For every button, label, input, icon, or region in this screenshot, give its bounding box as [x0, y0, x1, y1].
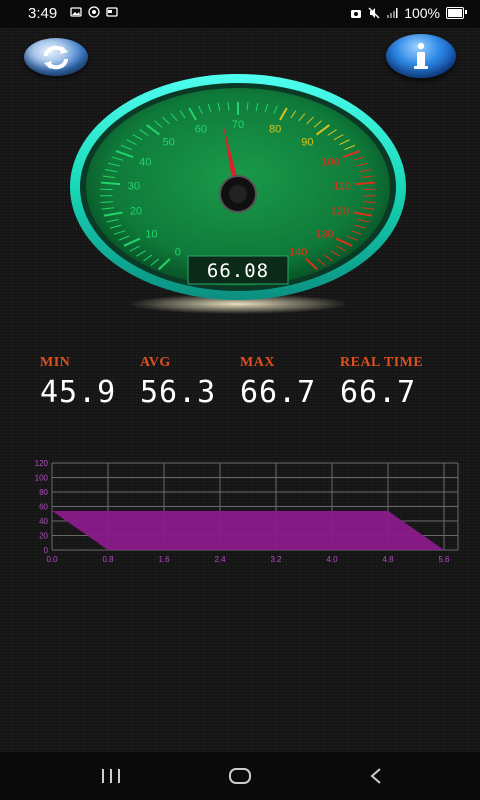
battery-percent: 100% — [404, 5, 440, 21]
home-icon — [229, 768, 251, 784]
gauge-tick-label: 100 — [322, 156, 340, 168]
status-bar: 3:49 100% — [0, 0, 480, 28]
chart-ytick-label: 80 — [39, 488, 48, 497]
recents-icon — [102, 769, 120, 783]
chart-xtick-label: 5.6 — [438, 555, 450, 564]
battery-icon — [446, 7, 467, 19]
gauge-tick-label: 50 — [162, 137, 174, 149]
signal-icon — [387, 8, 398, 18]
chart-xtick-label: 0.8 — [102, 555, 114, 564]
gauge-tick-label: 10 — [145, 228, 157, 240]
back-icon — [370, 768, 381, 784]
back-button[interactable] — [362, 764, 392, 788]
stat-max: MAX 66.7 — [240, 355, 316, 410]
recents-button[interactable] — [96, 764, 126, 788]
refresh-button[interactable] — [24, 38, 88, 76]
stat-real-time-value: 66.7 — [340, 375, 417, 410]
gauge-tick-label: 20 — [130, 205, 142, 217]
chart-area-series — [52, 510, 444, 550]
refresh-icon — [44, 45, 68, 70]
chart-xtick-label: 4.8 — [382, 555, 394, 564]
stat-real-time: REAL TIME 66.7 — [340, 355, 423, 410]
card-icon — [106, 7, 118, 17]
mute-icon — [368, 7, 380, 19]
chart-xtick-label: 0.0 — [46, 555, 58, 564]
gauge-tick-label: 40 — [139, 156, 151, 168]
gauge-hub-center — [229, 185, 247, 203]
chart-ytick-label: 0 — [44, 546, 49, 555]
navigation-bar — [0, 752, 480, 800]
gauge-tick-label: 90 — [301, 137, 313, 149]
gauge-tick-label: 120 — [331, 205, 349, 217]
chart-ytick-label: 100 — [35, 474, 49, 483]
stat-max-label: MAX — [240, 355, 275, 370]
stat-min: MIN 45.9 — [40, 355, 116, 410]
image-icon — [70, 7, 82, 17]
chart-xtick-label: 3.2 — [270, 555, 282, 564]
gauge-readout: 66.08 — [207, 260, 269, 282]
gauge-tick-label: 70 — [232, 119, 244, 131]
stat-min-value: 45.9 — [40, 375, 117, 410]
history-chart: 0 20 40 60 80 100 120 0.0 0.8 1.6 2.4 3.2 4.0 4.8 5.6 — [22, 455, 462, 575]
chart-ytick-label: 120 — [35, 459, 49, 468]
stat-avg: AVG 56.3 — [140, 355, 216, 410]
chart-xtick-label: 4.0 — [326, 555, 338, 564]
home-button[interactable] — [225, 764, 255, 788]
camera-icon — [351, 10, 362, 18]
chart-ytick-label: 60 — [39, 503, 48, 512]
stat-max-value: 66.7 — [240, 375, 317, 410]
speed-gauge: 0 10 20 30 40 50 60 70 80 90 100 110 120 130 140 66.08 — [70, 72, 410, 322]
gauge-tick-label: 80 — [269, 124, 281, 136]
chart-ytick-label: 40 — [39, 517, 48, 526]
stat-avg-value: 56.3 — [140, 375, 217, 410]
chart-xtick-label: 1.6 — [158, 555, 170, 564]
status-time: 3:49 — [28, 5, 58, 22]
gauge-tick-label: 0 — [175, 246, 181, 258]
chart-ytick-label: 20 — [39, 532, 48, 541]
gauge-tick-label: 30 — [128, 180, 140, 192]
gauge-tick-label: 60 — [195, 124, 207, 136]
eye-icon — [88, 6, 100, 18]
chart-xtick-label: 2.4 — [214, 555, 226, 564]
gauge-tick-label: 130 — [315, 228, 333, 240]
stat-min-label: MIN — [40, 355, 71, 370]
gauge-tick-label: 110 — [333, 180, 351, 192]
stat-real-time-label: REAL TIME — [340, 355, 424, 370]
stat-avg-label: AVG — [140, 355, 171, 370]
gauge-tick-label: 140 — [289, 246, 307, 258]
